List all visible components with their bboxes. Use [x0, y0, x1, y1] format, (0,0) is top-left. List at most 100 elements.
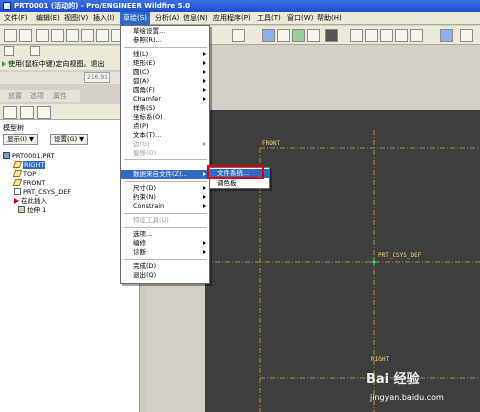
email-icon[interactable] — [66, 29, 79, 42]
favorites-tab-icon[interactable] — [37, 106, 51, 119]
message-arrow-icon — [2, 61, 6, 67]
datum-plane-icon — [12, 161, 23, 168]
new-file-icon[interactable] — [4, 29, 17, 42]
navigator-panel: 模型树 显示(I) ▼ 设置(G) ▼ PRT0001.PRT RIGHT TO… — [0, 104, 140, 412]
datum-plane-icon — [12, 179, 23, 186]
menu-item-rectangle[interactable]: 矩形(E) — [121, 59, 209, 68]
menu-help[interactable]: 帮助(H) — [314, 12, 345, 25]
tree-node-top[interactable]: TOP — [12, 170, 36, 179]
menu-item-text[interactable]: 文本(T)... — [121, 131, 209, 140]
menu-applications[interactable]: 应用程序(P) — [210, 12, 254, 25]
tab-placement[interactable]: 放置 — [8, 91, 22, 101]
copy-icon[interactable] — [81, 29, 94, 42]
menu-item-quit[interactable]: 退出(Q) — [121, 271, 209, 280]
navigator-tabs — [0, 104, 140, 120]
menu-separator — [124, 227, 207, 228]
save-icon[interactable] — [36, 29, 49, 42]
tree-node-front[interactable]: FRONT — [12, 179, 45, 188]
csys-display-icon[interactable] — [292, 29, 305, 42]
menu-item-constrain[interactable]: Constrain — [121, 202, 209, 211]
watermark-logo: Bai 经验 — [366, 372, 420, 387]
title-bar: PRT0001 (活动的) - Pro/ENGINEER Wildfire 5.… — [0, 0, 480, 12]
watermark-url: jingyan.baidu.com — [370, 393, 444, 402]
menu-item-constraint[interactable]: 约束(N) — [121, 193, 209, 202]
datum-plane-icon — [12, 170, 23, 177]
csys-icon — [14, 188, 21, 195]
tree-node-extrude[interactable]: 拉伸 1 — [18, 206, 46, 215]
menu-item-data-from-file[interactable]: 数据来自文件(Z)... — [121, 170, 209, 179]
box-select-icon[interactable] — [232, 29, 245, 42]
menu-item-edit[interactable]: 编修 — [121, 239, 209, 248]
datum-display-icon[interactable] — [277, 29, 290, 42]
submenu-item-palette[interactable]: 调色板 — [210, 179, 269, 188]
menu-item-coordinate-system[interactable]: 坐标系(O) — [121, 113, 209, 122]
menu-separator — [124, 47, 207, 48]
extrude-icon — [18, 206, 25, 213]
submenu-arrow-icon — [203, 61, 206, 65]
menu-insert[interactable]: 插入(I) — [90, 12, 118, 25]
menu-item-dimension[interactable]: 尺寸(D) — [121, 184, 209, 193]
help-cursor-icon[interactable] — [30, 46, 40, 56]
submenu-arrow-icon — [203, 52, 206, 56]
filter-icon[interactable] — [4, 46, 14, 56]
front-label: FRONT — [262, 140, 281, 147]
submenu-arrow-icon — [203, 97, 206, 101]
zoom-in-icon[interactable] — [350, 29, 363, 42]
menu-item-done[interactable]: 完成(D) — [121, 262, 209, 271]
tab-options[interactable]: 选项 — [30, 91, 44, 101]
saved-views-icon[interactable] — [410, 29, 423, 42]
menu-edit[interactable]: 编辑(E) — [33, 12, 63, 25]
paste-icon[interactable] — [96, 29, 109, 42]
menu-item-options[interactable]: 选项... — [121, 230, 209, 239]
menu-item-sketch-setup[interactable]: 草绘设置... — [121, 27, 209, 36]
more-tools-icon[interactable] — [460, 29, 473, 42]
menu-analysis[interactable]: 分析(A) — [152, 12, 182, 25]
zoom-out-icon[interactable] — [365, 29, 378, 42]
model-tree-tab-icon[interactable] — [3, 106, 17, 119]
submenu-arrow-icon — [203, 142, 206, 146]
app-icon — [3, 2, 11, 10]
menu-view[interactable]: 视图(V) — [61, 12, 91, 25]
open-file-icon[interactable] — [19, 29, 32, 42]
tree-node-part[interactable]: PRT0001.PRT — [3, 152, 54, 161]
menu-item-line[interactable]: 线(L) — [121, 50, 209, 59]
menu-item-references[interactable]: 参照(R)... — [121, 36, 209, 45]
settings-button[interactable]: 设置(G) ▼ — [50, 134, 89, 145]
menu-tools[interactable]: 工具(T) — [254, 12, 284, 25]
submenu-arrow-icon — [203, 186, 206, 190]
menu-item-fillet[interactable]: 圆角(F) — [121, 86, 209, 95]
submenu-arrow-icon — [203, 241, 206, 245]
menu-separator — [124, 159, 207, 160]
tree-node-csys[interactable]: PRT_CSYS_DEF — [14, 188, 71, 197]
folder-browser-tab-icon[interactable] — [20, 106, 34, 119]
menu-item-arc[interactable]: 弧(A) — [121, 77, 209, 86]
tab-properties[interactable]: 属性 — [53, 91, 67, 101]
menu-item-point[interactable]: 点(P) — [121, 122, 209, 131]
coord-input[interactable]: 216.91 — [84, 72, 110, 83]
menu-item-circle[interactable]: 圆(C) — [121, 68, 209, 77]
menu-item-diagnose[interactable]: 诊断 — [121, 248, 209, 257]
print-icon[interactable] — [51, 29, 64, 42]
menu-info[interactable]: 信息(N) — [180, 12, 211, 25]
menu-sketch[interactable]: 草绘(S) — [120, 12, 150, 25]
right-label: RIGHT — [371, 356, 390, 363]
show-button[interactable]: 显示(I) ▼ — [3, 134, 39, 145]
layer-icon[interactable] — [440, 29, 453, 42]
menu-separator — [124, 181, 207, 182]
reorient-icon[interactable] — [395, 29, 408, 42]
tree-node-right[interactable]: RIGHT — [12, 161, 46, 170]
sketch-canvas — [205, 130, 480, 412]
watermark: Bai 经验 jingyan.baidu.com — [366, 368, 476, 408]
menu-window[interactable]: 窗口(W) — [284, 12, 316, 25]
refit-icon[interactable] — [380, 29, 393, 42]
graphics-window[interactable]: FRONT PRT_CSYS_DEF RIGHT — [205, 110, 480, 412]
menu-item-chamfer[interactable]: Chamfer — [121, 95, 209, 104]
regenerate-icon[interactable] — [307, 29, 320, 42]
shading-icon[interactable] — [325, 29, 338, 42]
menu-file[interactable]: 文件(F) — [1, 12, 31, 25]
menu-item-spline[interactable]: 样条(S) — [121, 104, 209, 113]
submenu-arrow-icon — [203, 88, 206, 92]
menu-item-feature-tools: 特征工具(U) — [133, 216, 169, 224]
sketch-view-icon[interactable] — [262, 29, 275, 42]
tree-node-insert-here[interactable]: 在此插入 — [14, 197, 47, 206]
